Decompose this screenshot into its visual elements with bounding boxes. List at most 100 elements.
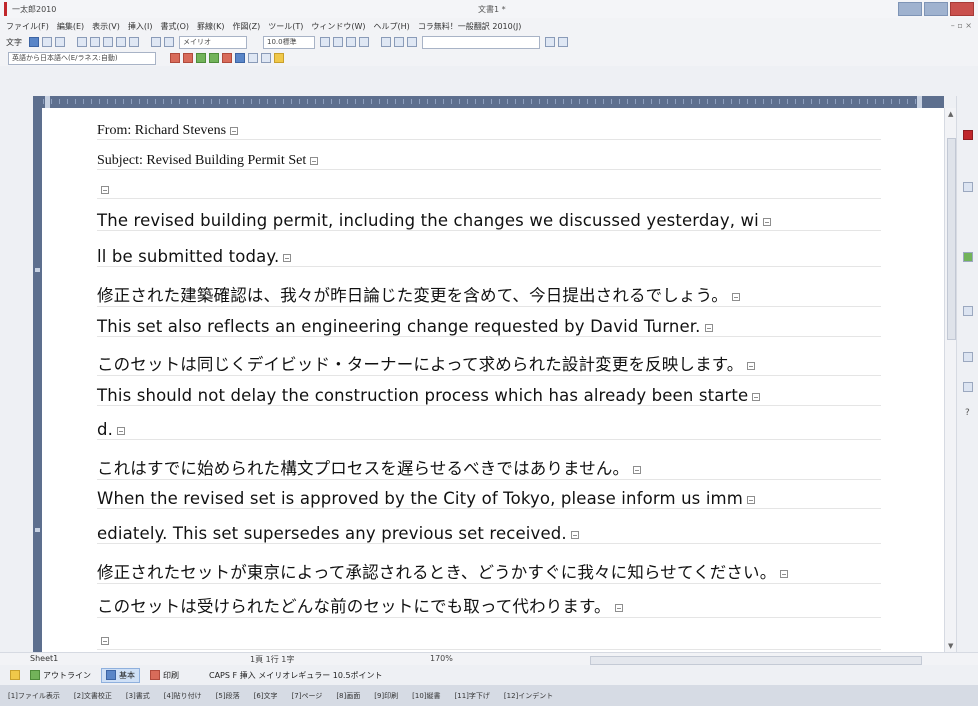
side-tab-5-icon[interactable] — [963, 352, 973, 362]
menu-insert[interactable]: 挿入(I) — [128, 21, 153, 32]
fkey-10[interactable]: [10]縦書 — [412, 691, 440, 701]
sheet-tab[interactable]: Sheet1 — [30, 654, 58, 663]
menu-draw[interactable]: 作図(Z) — [233, 21, 261, 32]
document-line[interactable]: これはすでに始められた構文プロセスを遅らせるべきではありません。 — [97, 455, 881, 480]
cut-icon[interactable] — [103, 37, 113, 47]
title-bar: 一太郎2010 文書1 * — [0, 0, 978, 19]
fkey-2[interactable]: [2]文書校正 — [74, 691, 112, 701]
settings-translate-icon[interactable] — [248, 53, 258, 63]
maximize-button[interactable] — [924, 2, 948, 16]
zoom-level[interactable]: 170% — [430, 654, 453, 663]
paragraph-mark-icon — [117, 426, 126, 435]
menu-rules[interactable]: 罫線(K) — [197, 21, 225, 32]
fkey-8[interactable]: [8]画面 — [336, 691, 360, 701]
caps-info: CAPS F 挿入 メイリオレギュラー 10.5ポイント — [209, 670, 383, 680]
document-line[interactable]: ediately. This set supersedes any previo… — [97, 524, 881, 544]
highlight-icon[interactable] — [359, 37, 369, 47]
menu-file[interactable]: ファイル(F) — [6, 21, 49, 32]
fkey-4[interactable]: [4]貼り付け — [164, 691, 202, 701]
style-select[interactable] — [422, 35, 540, 49]
pin-icon[interactable] — [274, 53, 284, 63]
horizontal-ruler[interactable] — [33, 96, 944, 108]
save-icon[interactable] — [55, 37, 65, 47]
redo-icon[interactable] — [164, 37, 174, 47]
preview-icon[interactable] — [90, 37, 100, 47]
fkey-5[interactable]: [5]段落 — [216, 691, 240, 701]
document-line[interactable]: ll be submitted today. — [97, 247, 881, 267]
fkey-1[interactable]: [1]ファイル表示 — [8, 691, 60, 701]
fkey-11[interactable]: [11]字下げ — [455, 691, 490, 701]
align-center-icon[interactable] — [394, 37, 404, 47]
translate-direction-select[interactable]: 英語から日本語へ(E/ラネス:自動) — [8, 51, 156, 65]
view-basic[interactable]: 基本 — [101, 667, 140, 683]
fkey-12[interactable]: [12]インデント — [504, 691, 553, 701]
side-tab-2-icon[interactable] — [963, 182, 973, 192]
align-left-icon[interactable] — [381, 37, 391, 47]
undo-icon[interactable] — [151, 37, 161, 47]
palette-icon[interactable] — [545, 37, 555, 47]
italic-icon[interactable] — [333, 37, 343, 47]
menu-help[interactable]: ヘルプ(H) — [374, 21, 410, 32]
side-tab-6-icon[interactable] — [963, 382, 973, 392]
document-page[interactable]: From: Richard Stevens Subject: Revised Bu… — [42, 108, 944, 652]
side-tab-4-icon[interactable] — [963, 306, 973, 316]
document-line[interactable]: This should not delay the construction p… — [97, 386, 881, 406]
menu-view[interactable]: 表示(V) — [92, 21, 120, 32]
minimize-button[interactable] — [898, 2, 922, 16]
scroll-up-icon[interactable]: ▲ — [948, 110, 953, 118]
fkey-3[interactable]: [3]書式 — [126, 691, 150, 701]
dictionary-icon[interactable] — [222, 53, 232, 63]
document-line[interactable]: When the revised set is approved by the … — [97, 489, 881, 509]
document-line[interactable]: このセットは同じくデイビッド・ターナーによって求められた設計変更を反映します。 — [97, 351, 881, 376]
view-mode-icon[interactable] — [10, 670, 20, 680]
font-size-select[interactable]: 10.0標準 — [263, 35, 315, 49]
help-icon[interactable]: ? — [965, 408, 970, 418]
side-tab-3-icon[interactable] — [963, 252, 973, 262]
fkey-9[interactable]: [9]印刷 — [374, 691, 398, 701]
menu-format[interactable]: 書式(O) — [160, 21, 189, 32]
sheet-tabs-row: Sheet1 1頁 1行 1字 170% — [0, 652, 978, 666]
translate-sentence-icon[interactable] — [209, 53, 219, 63]
paragraph-mark-icon — [310, 156, 319, 165]
translate-doc-icon[interactable] — [196, 53, 206, 63]
scroll-thumb[interactable] — [947, 138, 956, 340]
document-line[interactable]: This set also reflects an engineering ch… — [97, 317, 881, 337]
close-button[interactable] — [950, 2, 974, 16]
document-line[interactable]: このセットは受けられたどんな前のセットにでも取って代わります。 — [97, 593, 881, 618]
menu-translate[interactable]: コラ無料！一般翻訳 2010(J) — [418, 21, 522, 32]
view-print[interactable]: 印刷 — [146, 669, 183, 682]
scroll-down-icon[interactable]: ▼ — [948, 642, 953, 650]
document-line[interactable] — [97, 630, 881, 650]
view-outline[interactable]: アウトライン — [26, 669, 95, 682]
menu-window[interactable]: ウィンドウ(W) — [311, 21, 365, 32]
document-line[interactable]: The revised building permit, including t… — [97, 211, 881, 231]
document-line[interactable]: From: Richard Stevens — [97, 123, 881, 140]
print-icon[interactable] — [77, 37, 87, 47]
doc-window-controls[interactable]: – ▫ × — [951, 21, 972, 30]
align-right-icon[interactable] — [407, 37, 417, 47]
document-line[interactable]: 修正されたセットが東京によって承認されるとき、どうかすぐに我々に知らせてください… — [97, 559, 881, 584]
search-icon[interactable] — [235, 53, 245, 63]
menu-tools[interactable]: ツール(T) — [268, 21, 303, 32]
menu-edit[interactable]: 編集(E) — [57, 21, 84, 32]
document-line[interactable]: 修正された建築確認は、我々が昨日論じた変更を含めて、今日提出されるでしょう。 — [97, 282, 881, 307]
underline-icon[interactable] — [346, 37, 356, 47]
copy-icon[interactable] — [116, 37, 126, 47]
fkey-7[interactable]: [7]ページ — [292, 691, 323, 701]
document-line[interactable]: d. — [97, 420, 881, 440]
open-icon[interactable] — [42, 37, 52, 47]
document-line[interactable]: Subject: Revised Building Permit Set — [97, 153, 881, 170]
fkey-6[interactable]: [6]文字 — [254, 691, 278, 701]
bold-icon[interactable] — [320, 37, 330, 47]
side-tab-1-icon[interactable] — [963, 130, 973, 140]
new-doc-icon[interactable] — [29, 37, 39, 47]
settings-icon[interactable] — [558, 37, 568, 47]
horizontal-scrollbar[interactable] — [590, 656, 922, 665]
translate-back-icon[interactable] — [170, 53, 180, 63]
document-line[interactable] — [97, 182, 881, 199]
paste-icon[interactable] — [129, 37, 139, 47]
vertical-ruler[interactable] — [33, 108, 42, 652]
font-name-select[interactable]: メイリオ — [179, 35, 247, 49]
list-icon[interactable] — [261, 53, 271, 63]
translate-forward-icon[interactable] — [183, 53, 193, 63]
